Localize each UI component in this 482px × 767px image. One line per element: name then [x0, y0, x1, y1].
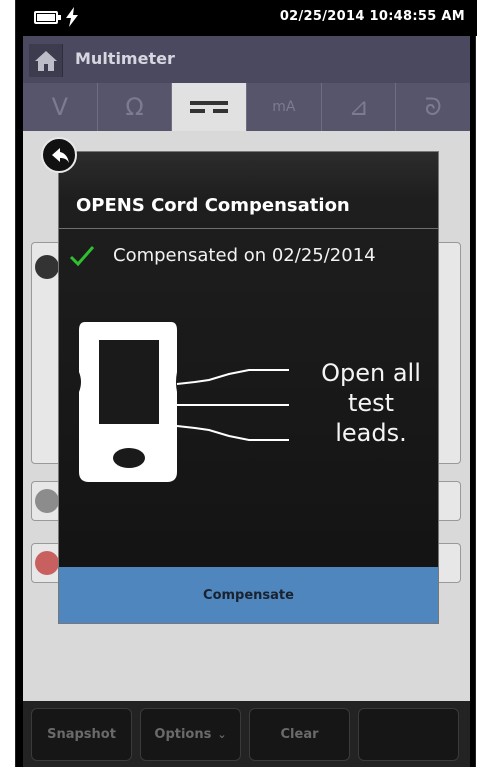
diode-icon: ⊿	[348, 93, 369, 121]
tab-milliamps[interactable]: mA	[247, 83, 322, 131]
options-label: Options	[154, 727, 212, 742]
snapshot-button[interactable]: Snapshot	[31, 708, 132, 761]
dialog-divider	[59, 228, 438, 229]
home-button[interactable]	[29, 44, 63, 77]
instruction-text: Open all test leads.	[321, 359, 421, 447]
tab-diode[interactable]: ⊿	[322, 83, 397, 131]
back-button[interactable]	[41, 137, 77, 173]
status-datetime: 02/25/2014 10:48:55 AM	[279, 9, 465, 24]
compensation-status: Compensated on 02/25/2014	[113, 245, 376, 266]
r-badge-icon	[35, 551, 59, 575]
milliamps-icon: mA	[272, 99, 296, 115]
checkmark-icon	[69, 246, 95, 267]
dc-icon	[190, 101, 229, 113]
tab-dc[interactable]	[172, 83, 248, 131]
ohm-icon: Ω	[125, 93, 144, 121]
clear-button[interactable]: Clear	[249, 708, 350, 761]
tab-voltage-ac-dc[interactable]: V	[23, 83, 98, 131]
dialog-title: OPENS Cord Compensation	[76, 195, 350, 216]
lightning-icon	[66, 7, 78, 27]
status-bar: 02/25/2014 10:48:55 AM	[16, 0, 477, 36]
meter-leads-illustration	[79, 322, 289, 482]
title-bar: Multimeter	[23, 36, 470, 83]
cord-compensation-dialog: OPENS Cord Compensation Compensated on 0…	[58, 151, 439, 624]
compensate-button[interactable]: Compensate	[59, 567, 438, 623]
battery-icon	[34, 11, 61, 24]
tab-coil[interactable]: ᘐ	[396, 83, 470, 131]
t-badge-icon	[35, 489, 59, 513]
back-arrow-icon	[52, 148, 69, 163]
home-icon	[35, 51, 57, 71]
coil-icon: ᘐ	[424, 93, 442, 121]
reading-badge-icon	[35, 255, 59, 279]
chevron-down-icon: ⌄	[217, 728, 227, 741]
voltage-icon: V	[51, 93, 69, 121]
bottom-toolbar: Snapshot Options ⌄ Clear	[23, 701, 470, 767]
empty-softkey[interactable]	[358, 708, 459, 761]
tab-resistance[interactable]: Ω	[98, 83, 173, 131]
function-tabs: V Ω mA ⊿ ᘐ	[23, 83, 470, 131]
options-button[interactable]: Options ⌄	[140, 708, 241, 761]
app-title: Multimeter	[75, 49, 175, 68]
